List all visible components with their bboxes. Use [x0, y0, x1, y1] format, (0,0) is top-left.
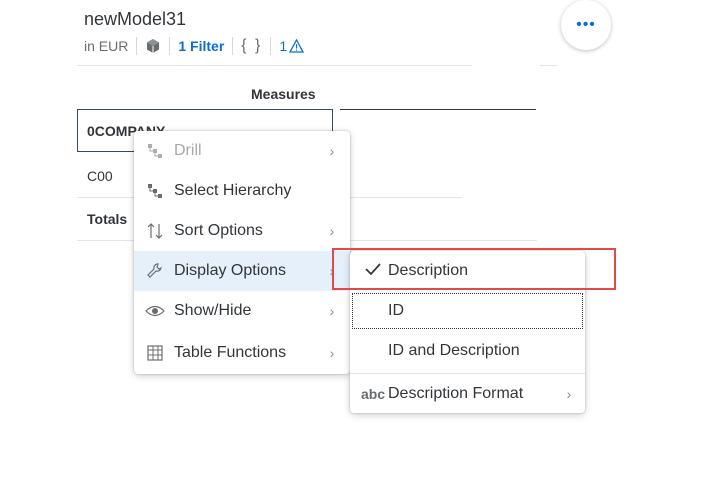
submenu-item-id-and-description[interactable]: ID and Description [350, 331, 585, 371]
header-divider [540, 65, 557, 66]
submenu-item-description-format[interactable]: abc Description Format › [350, 374, 585, 414]
separator [232, 37, 234, 55]
table-icon [144, 344, 166, 362]
menu-item-label: Select Hierarchy [174, 182, 292, 199]
model-cube-icon[interactable] [145, 38, 161, 54]
hierarchy-icon [144, 182, 166, 200]
table-row-label[interactable]: C00 [87, 168, 113, 184]
menu-item-drill[interactable]: Drill › [134, 131, 350, 171]
currency-label: in EUR [84, 38, 129, 54]
chevron-right-icon: › [329, 345, 335, 361]
wrench-icon [144, 262, 166, 280]
submenu-item-label: ID and Description [388, 342, 520, 359]
model-subtitle: in EUR 1 Filter { } 1 [84, 36, 305, 56]
more-options-button[interactable]: ••• [561, 0, 611, 50]
separator [169, 37, 171, 55]
submenu-item-label: Description Format [388, 385, 524, 402]
chevron-right-icon: › [566, 386, 572, 402]
model-title: newModel31 [84, 9, 187, 29]
warning-indicator[interactable]: 1 [279, 38, 305, 54]
chevron-right-icon: › [329, 223, 335, 239]
totals-row-label[interactable]: Totals [87, 211, 127, 227]
annotation-highlight-box [332, 248, 616, 290]
menu-item-label: Sort Options [174, 222, 263, 239]
separator [270, 37, 272, 55]
warning-triangle-icon [289, 39, 305, 53]
drill-hierarchy-icon [144, 142, 166, 160]
chevron-right-icon: › [329, 303, 335, 319]
menu-item-label: Display Options [174, 262, 287, 279]
eye-icon [144, 302, 166, 320]
filter-link[interactable]: 1 Filter [178, 38, 224, 54]
formula-braces-icon[interactable]: { } [241, 37, 262, 55]
menu-item-show-hide[interactable]: Show/Hide › [134, 291, 350, 331]
keyboard-focus-outline [352, 293, 583, 329]
menu-item-label: Table Functions [174, 344, 287, 361]
separator [136, 37, 138, 55]
chevron-right-icon: › [329, 143, 335, 159]
sort-icon [144, 222, 166, 240]
measures-header-label: Measures [251, 85, 316, 102]
menu-item-display-options[interactable]: Display Options › [134, 251, 350, 291]
menu-item-table-functions[interactable]: Table Functions › [134, 333, 350, 373]
context-menu: Drill › Select Hierarchy Sort Options › … [134, 131, 350, 374]
menu-item-sort-options[interactable]: Sort Options › [134, 211, 350, 251]
menu-item-label: Drill [174, 142, 202, 159]
submenu-item-id[interactable]: ID [350, 291, 585, 331]
measures-header[interactable]: Measures [251, 78, 536, 110]
menu-item-select-hierarchy[interactable]: Select Hierarchy [134, 171, 350, 211]
menu-item-label: Show/Hide [174, 302, 252, 319]
warning-count: 1 [279, 38, 288, 54]
abc-text-icon: abc [360, 386, 386, 402]
header-divider [77, 65, 471, 66]
